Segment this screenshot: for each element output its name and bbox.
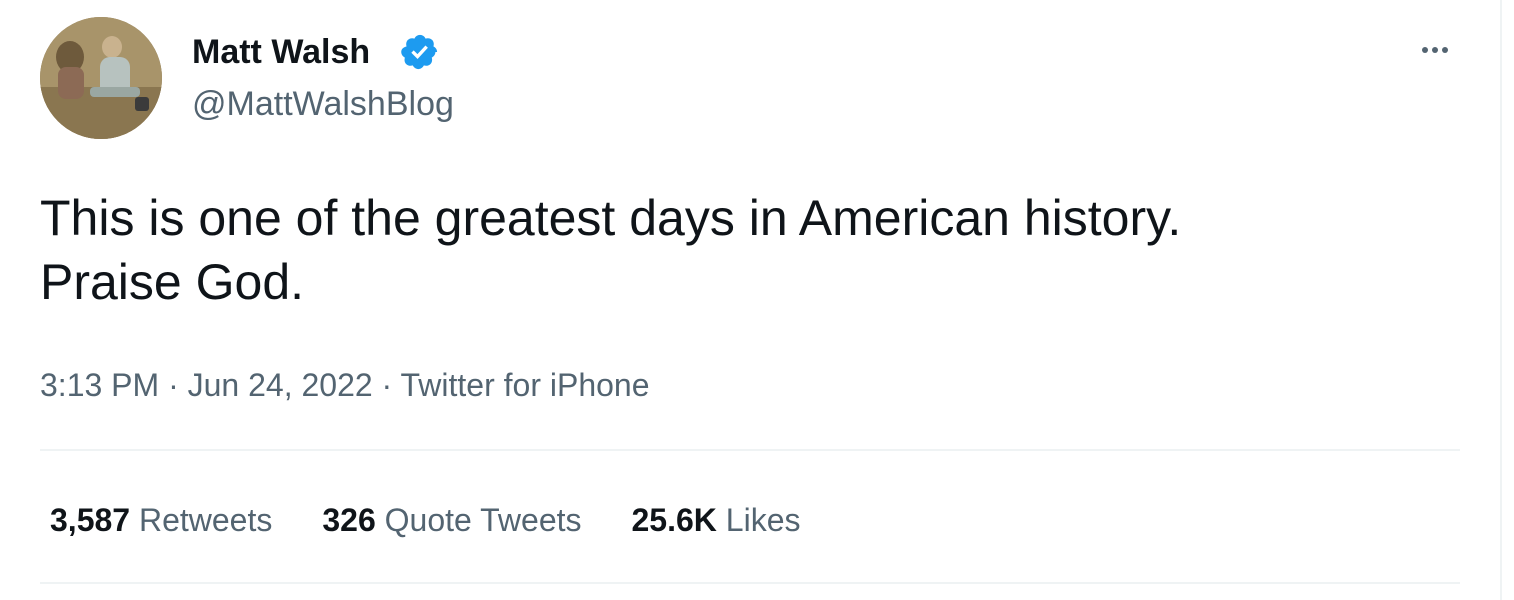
quote-tweets-label: Quote Tweets [384,502,582,538]
quote-tweets-stat[interactable]: 326 Quote Tweets [322,500,581,540]
likes-stat[interactable]: 25.6K Likes [632,500,801,540]
likes-label: Likes [725,502,801,538]
tweet-text-line: Praise God. [40,254,305,310]
separator: · [381,367,393,403]
likes-count: 25.6K [631,502,717,538]
divider [40,449,1460,451]
tweet-text-line: This is one of the greatest days in Amer… [40,190,1182,246]
retweets-count: 3,587 [50,502,131,538]
verified-badge-icon [401,34,438,70]
separator: · [168,367,179,403]
quote-tweets-count: 326 [322,502,376,538]
tweet-stats: 3,587 Retweets 326 Quote Tweets 25.6K Li… [50,500,850,540]
tweet-metadata: 3:13 PM · Jun 24, 2022 · Twitter for iPh… [40,365,650,405]
tweet-date[interactable]: Jun 24, 2022 [188,367,373,403]
column-border [1500,0,1514,600]
more-options-icon[interactable] [1410,30,1460,70]
tweet-text: This is one of the greatest days in Amer… [40,186,1460,314]
divider [40,582,1460,584]
display-name[interactable]: Matt Walsh [192,32,370,72]
retweets-stat[interactable]: 3,587 Retweets [50,500,272,540]
user-handle[interactable]: @MattWalshBlog [192,84,454,124]
avatar[interactable] [40,17,162,139]
tweet-time[interactable]: 3:13 PM [40,367,159,403]
tweet-card: Matt Walsh @MattWalshBlog This is one of… [0,0,1500,600]
retweets-label: Retweets [138,502,273,538]
avatar-image [40,17,162,139]
tweet-source[interactable]: Twitter for iPhone [401,367,650,403]
